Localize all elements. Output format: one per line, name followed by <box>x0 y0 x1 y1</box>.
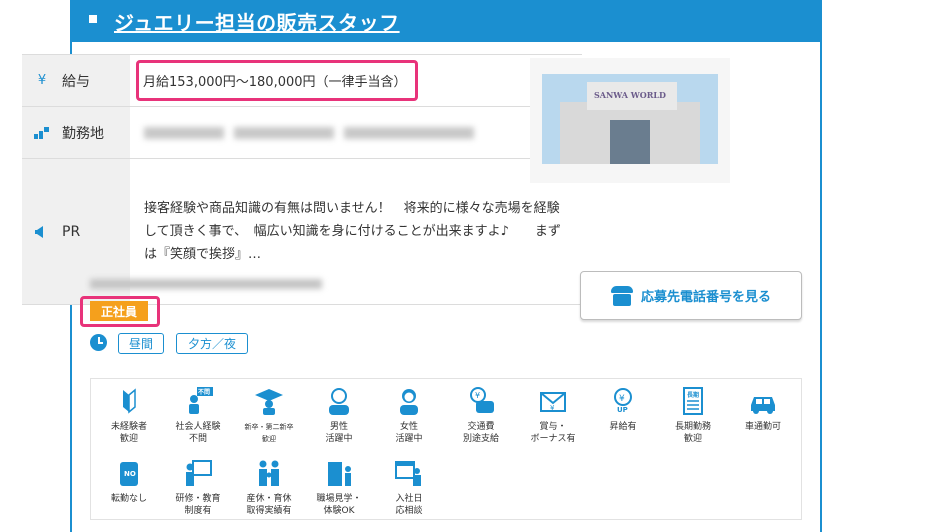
feature-item: ¥ 交通費 別途支給 <box>445 387 517 445</box>
feature-item: 研修・教育 制度有 <box>162 459 234 517</box>
blurred-station-info <box>90 279 322 289</box>
yen-up-icon: ¥ UP <box>608 387 638 415</box>
feature-item: NO 転勤なし <box>93 459 165 505</box>
location-value-blurred <box>130 107 582 158</box>
suitcase-no-icon: NO <box>114 459 144 487</box>
location-icon <box>34 126 50 140</box>
feature-item: 長期 長期勤務 歓迎 <box>657 387 729 445</box>
no-experience-person-icon: 不問 <box>183 387 213 415</box>
feature-icons-panel: 未経験者 歓迎 不問 社会人経験 不問 新卒・第二新卒 歓迎 男性 活躍中 女性… <box>90 378 802 520</box>
pr-label: PR <box>62 223 81 240</box>
salary-value: 月給153,000円〜180,000円（一律手当含） <box>136 60 418 101</box>
location-label-cell: 勤務地 <box>22 107 130 158</box>
feature-item: 不問 社会人経験 不問 <box>175 387 221 444</box>
square-bullet-icon <box>89 15 97 23</box>
svg-text:¥: ¥ <box>475 391 480 400</box>
svg-text:¥: ¥ <box>619 394 625 404</box>
feature-item: 未経験者 歓迎 <box>93 387 165 445</box>
location-row: 勤務地 <box>22 107 582 159</box>
calendar-long-icon: 長期 <box>678 387 708 415</box>
store-sign-text: SANWA WORLD <box>594 90 666 100</box>
store-photo: SANWA WORLD <box>530 58 730 183</box>
yen-icon: ¥ <box>37 73 47 88</box>
feature-item: ¥ 賞与・ ボーナス有 <box>517 387 589 445</box>
calendar-person-icon <box>394 459 424 487</box>
salary-label: 給与 <box>62 73 90 90</box>
svg-text:¥: ¥ <box>550 404 555 412</box>
feature-item: 男性 活躍中 <box>303 387 375 445</box>
telephone-icon <box>610 285 633 306</box>
time-slot-daytime: 昼間 <box>118 333 164 354</box>
training-board-icon <box>183 459 213 487</box>
megaphone-icon <box>34 225 50 239</box>
clock-icon <box>90 334 107 351</box>
male-person-icon <box>324 387 354 415</box>
job-info-table: ¥ 給与 月給153,000円〜180,000円（一律手当含） 勤務地 PR 接… <box>22 54 582 305</box>
female-person-icon <box>394 387 424 415</box>
bonus-envelope-icon: ¥ <box>538 387 568 415</box>
feature-item: 入社日 応相談 <box>373 459 445 517</box>
time-slot-evening: 夕方／夜 <box>176 333 248 354</box>
feature-item: 車通勤可 <box>727 387 799 433</box>
employment-type-badge: 正社員 <box>90 301 148 321</box>
job-title-link[interactable]: ジュエリー担当の販売スタッフ <box>114 7 400 36</box>
salary-row: ¥ 給与 月給153,000円〜180,000円（一律手当含） <box>22 55 582 107</box>
view-phone-button[interactable]: 応募先電話番号を見る <box>580 271 802 320</box>
location-label: 勤務地 <box>62 125 104 142</box>
feature-item: 女性 活躍中 <box>373 387 445 445</box>
beginner-mark-icon <box>114 387 144 415</box>
train-yen-icon: ¥ <box>466 387 496 415</box>
card-header: ジュエリー担当の販売スタッフ <box>72 0 820 42</box>
view-phone-label: 応募先電話番号を見る <box>640 290 771 305</box>
graduate-cap-icon <box>254 387 284 415</box>
building-visit-icon <box>324 459 354 487</box>
family-icon <box>254 459 284 487</box>
feature-item: 新卒・第二新卒 歓迎 <box>233 387 305 445</box>
salary-label-cell: ¥ 給与 <box>22 55 130 106</box>
feature-item: 産休・育休 取得実績有 <box>233 459 305 517</box>
feature-item: ¥ UP 昇給有 <box>587 387 659 433</box>
salary-value-cell: 月給153,000円〜180,000円（一律手当含） <box>130 55 582 106</box>
car-icon <box>748 387 778 415</box>
feature-item: 職場見学・ 体験OK <box>303 459 375 517</box>
pr-text: 接客経験や商品知識の有無は問いません！ 将来的に様々な売場を経験して頂きく事で、… <box>144 201 561 262</box>
